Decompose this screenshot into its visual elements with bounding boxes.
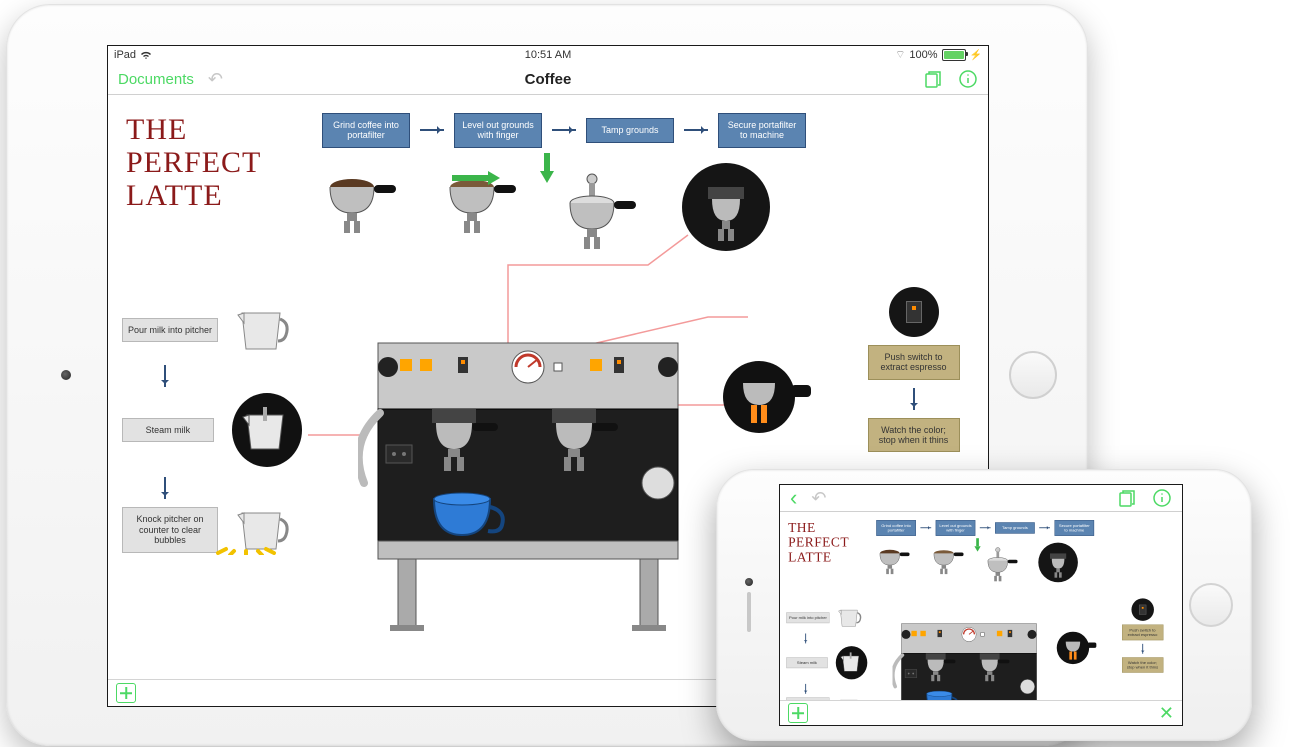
- iphone-speaker: [745, 578, 753, 632]
- close-button[interactable]: ✕: [1159, 703, 1174, 724]
- pitcher-icon: [236, 305, 292, 355]
- portafilter-row: [876, 547, 1078, 582]
- canvases-icon[interactable]: [1118, 488, 1138, 508]
- iphone-diagram-canvas[interactable]: THE PERFECT LATTE Grind coffee into port…: [780, 512, 1182, 700]
- ipad-camera: [61, 370, 71, 380]
- portafilter-grind: [876, 547, 909, 575]
- left-step-3[interactable]: Knock pitcher on counter to clear bubble…: [122, 507, 218, 552]
- diagram-title-line1: THE: [788, 520, 849, 535]
- iphone-camera: [745, 578, 753, 586]
- diagram-title-line3: LATTE: [788, 550, 849, 565]
- diagram-title-line2: PERFECT: [788, 535, 849, 550]
- iphone-home-button[interactable]: [1189, 583, 1233, 627]
- right-step-1[interactable]: Push switch to extract espresso: [868, 345, 960, 380]
- iphone-device-frame: ‹ ↶ THE PERFECT LATTE: [716, 469, 1252, 741]
- diagram-title: THE PERFECT LATTE: [788, 520, 849, 565]
- pitcher-icon: [838, 697, 863, 701]
- detail-switch-circle: [889, 287, 939, 337]
- flow-step-1[interactable]: Grind coffee into portafilter: [876, 520, 916, 536]
- status-carrier: iPad: [114, 49, 136, 61]
- detail-switch-circle: [1131, 598, 1154, 621]
- pitcher-icon: [838, 607, 863, 630]
- arrow-down-icon: [1142, 644, 1143, 654]
- info-icon[interactable]: [1152, 488, 1172, 508]
- arrow-down-icon: [164, 365, 166, 387]
- status-bar: iPad 10:51 AM ⌔ 100% ⚡: [108, 46, 988, 64]
- status-time: 10:51 AM: [525, 49, 571, 61]
- detail-grouphead-circle: [1038, 543, 1078, 583]
- status-battery-percent: 100%: [909, 49, 937, 61]
- detail-portafilter-circle: [1057, 632, 1089, 664]
- arrow-down-icon: [805, 634, 806, 644]
- iphone-toolbar: ‹ ↶: [780, 485, 1182, 512]
- info-icon[interactable]: [958, 69, 978, 89]
- iphone-bottom-bar: ✕: [780, 700, 1182, 725]
- espresso-machine: [358, 333, 698, 643]
- flow-step-4[interactable]: Secure portafilter to machine: [1055, 520, 1095, 536]
- portafilter-tamp: [984, 547, 1017, 582]
- flow-row: Grind coffee into portafilter Level out …: [876, 520, 1094, 536]
- arrow-down-icon: [164, 477, 166, 499]
- portafilter-level: [930, 547, 963, 575]
- arrow-right-icon: [980, 527, 991, 528]
- app-toolbar: Documents ↶ Coffee: [108, 64, 988, 95]
- pitcher-detail-circle: [836, 646, 868, 679]
- arrow-right-icon: [920, 527, 931, 528]
- left-step-1[interactable]: Pour milk into pitcher: [786, 612, 829, 623]
- ipad-home-button[interactable]: [1009, 351, 1057, 399]
- left-step-2[interactable]: Steam milk: [786, 657, 827, 668]
- flow-step-2[interactable]: Level out grounds with finger: [936, 520, 976, 536]
- documents-button[interactable]: Documents: [118, 71, 194, 88]
- detail-portafilter-circle: [723, 361, 795, 433]
- right-steps-column: Push switch to extract espresso Watch th…: [1114, 598, 1170, 672]
- wifi-icon: [140, 51, 152, 60]
- flow-step-3[interactable]: Tamp grounds: [995, 522, 1035, 533]
- arrow-down-icon: [913, 388, 915, 410]
- left-step-3[interactable]: Knock pitcher on counter to clear bubble…: [786, 698, 829, 700]
- undo-button[interactable]: ↶: [208, 69, 223, 90]
- back-button[interactable]: ‹: [790, 487, 797, 509]
- right-step-2[interactable]: Watch the color; stop when it thins: [868, 418, 960, 453]
- bluetooth-icon: ⌔: [895, 48, 905, 62]
- espresso-machine: [893, 619, 1046, 700]
- undo-button[interactable]: ↶: [811, 488, 826, 509]
- right-step-2[interactable]: Watch the color; stop when it thins: [1122, 657, 1163, 673]
- iphone-screen: ‹ ↶ THE PERFECT LATTE: [779, 484, 1183, 726]
- charging-icon: ⚡: [970, 50, 982, 61]
- left-steps-column: Pour milk into pitcher Steam milk Knock …: [786, 607, 867, 701]
- knock-rays-icon: [216, 525, 286, 555]
- add-shape-button[interactable]: [788, 703, 808, 723]
- arrow-down-icon: [805, 684, 806, 694]
- left-steps-column: Pour milk into pitcher Steam milk: [122, 305, 302, 565]
- battery-icon: [942, 49, 966, 61]
- right-step-1[interactable]: Push switch to extract espresso: [1122, 625, 1163, 641]
- canvases-icon[interactable]: [924, 69, 944, 89]
- left-step-1[interactable]: Pour milk into pitcher: [122, 318, 218, 342]
- add-shape-button[interactable]: [116, 683, 136, 703]
- arrow-right-icon: [1039, 527, 1050, 528]
- left-step-2[interactable]: Steam milk: [122, 418, 214, 442]
- right-steps-column: Push switch to extract espresso Watch th…: [851, 287, 976, 452]
- pitcher-detail-circle: [232, 393, 302, 467]
- document-title: Coffee: [525, 71, 572, 88]
